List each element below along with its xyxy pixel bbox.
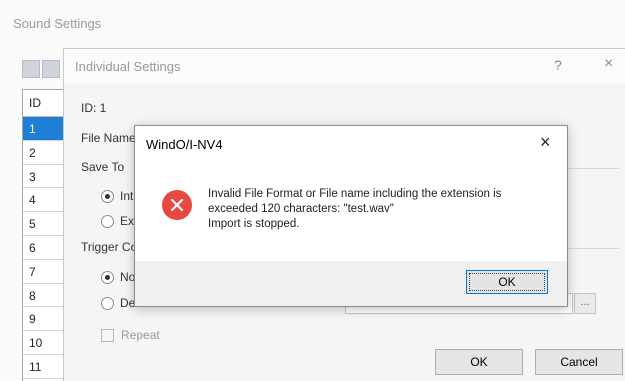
message-box-title: WindO/I-NV4	[146, 137, 223, 152]
browse-button[interactable]: ...	[574, 293, 596, 314]
save-option-2-radio[interactable]	[101, 215, 114, 228]
list-item[interactable]: 7	[23, 260, 63, 284]
close-button[interactable]: ×	[604, 55, 613, 73]
window-title: Sound Settings	[13, 16, 102, 31]
message-line: Invalid File Format or File name includi…	[208, 188, 502, 200]
ok-button[interactable]: OK	[435, 349, 523, 375]
save-to-label: Save To	[81, 160, 125, 174]
list-item[interactable]: 10	[23, 331, 63, 355]
toolbar-import-icon[interactable]	[22, 60, 40, 78]
error-icon	[162, 190, 192, 220]
list-item[interactable]: 1	[23, 117, 63, 141]
save-option-1-radio[interactable]	[101, 190, 114, 203]
save-option-1-label: Int	[120, 189, 134, 203]
list-item[interactable]: 2	[23, 141, 63, 165]
dialog-titlebar: Individual Settings ? ×	[64, 49, 625, 83]
list-item[interactable]: 3	[23, 165, 63, 189]
message-text: Invalid File Format or File name includi…	[208, 187, 501, 232]
message-line: exceeded 120 characters: "test.wav"	[208, 203, 394, 215]
trigger-option-1-radio[interactable]	[101, 271, 114, 284]
id-column-header: ID	[23, 90, 63, 117]
message-line: Import is stopped.	[208, 218, 300, 230]
repeat-checkbox[interactable]	[101, 329, 114, 342]
save-option-2-label: Ex	[120, 214, 135, 228]
list-item[interactable]: 9	[23, 307, 63, 332]
file-name-label: File Name	[81, 131, 136, 145]
cancel-button[interactable]: Cancel	[535, 349, 623, 375]
id-label: ID: 1	[81, 101, 107, 115]
dialog-title: Individual Settings	[75, 59, 181, 74]
error-message-box: WindO/I-NV4 × Invalid File Format or Fil…	[134, 125, 568, 307]
list-item[interactable]: 5	[23, 212, 63, 236]
list-item[interactable]: 8	[23, 284, 63, 308]
trigger-label: Trigger Co	[81, 240, 138, 254]
message-ok-button[interactable]: OK	[466, 270, 548, 294]
list-item[interactable]: 11	[23, 355, 63, 379]
list-item[interactable]: 6	[23, 236, 63, 260]
help-button[interactable]: ?	[554, 57, 562, 73]
toolbar-export-icon[interactable]	[42, 60, 60, 78]
list-item[interactable]: 4	[23, 188, 63, 213]
id-list: ID 1 2 3 4 5 6 7 8 9 10 11	[22, 89, 64, 381]
repeat-label: Repeat	[121, 328, 160, 342]
trigger-option-2-radio[interactable]	[101, 297, 114, 310]
message-box-footer: OK	[135, 261, 567, 306]
message-box-close-button[interactable]: ×	[540, 132, 551, 153]
